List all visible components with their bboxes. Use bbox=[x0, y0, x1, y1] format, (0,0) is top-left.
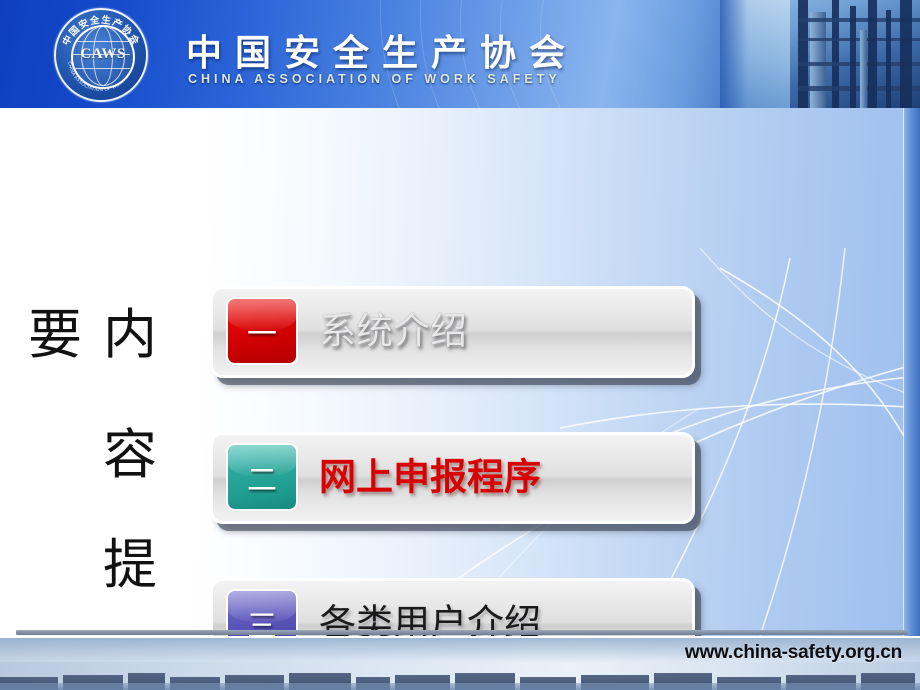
agenda-label-2: 网上申报程序 bbox=[319, 457, 541, 499]
presentation-slide: 中国安全生产协会 CHINA ASSOCIATION OF WORK SAFET… bbox=[0, 0, 920, 690]
right-edge-divider bbox=[903, 108, 904, 636]
photo-structure bbox=[850, 6, 856, 108]
slide-body: 要 内 容 提 一 系统介绍 二 网上申报程序 三 各类用户介绍 bbox=[0, 108, 920, 636]
agenda-number-2: 二 bbox=[247, 464, 277, 497]
photo-structure bbox=[900, 0, 912, 108]
globe-parallel bbox=[73, 41, 130, 42]
heading-char-1: 内 bbox=[103, 305, 157, 365]
right-edge-band bbox=[904, 108, 920, 636]
seal-acronym: CAWS bbox=[80, 46, 126, 62]
caws-logo-seal: 中国安全生产协会 CHINA ASSOCIATION OF WORK SAFET… bbox=[54, 8, 148, 102]
agenda-item-3[interactable]: 三 各类用户介绍 bbox=[210, 578, 695, 636]
agenda-number-badge-3: 三 bbox=[226, 589, 298, 636]
seal-globe: CAWS bbox=[71, 25, 135, 89]
photo-edge-fade bbox=[720, 0, 748, 108]
agenda-item-1[interactable]: 一 系统介绍 bbox=[210, 286, 695, 378]
footer-bar: www.china-safety.org.cn bbox=[0, 638, 920, 690]
agenda-number-badge-1: 一 bbox=[226, 297, 298, 365]
globe-parallel bbox=[73, 68, 130, 69]
org-name-chinese: 中国安全生产协会 bbox=[186, 32, 579, 73]
photo-structure bbox=[832, 0, 839, 108]
photo-structure bbox=[860, 30, 867, 108]
footer-divider-rule bbox=[16, 630, 908, 635]
header-banner: 中国安全生产协会 CHINA ASSOCIATION OF WORK SAFET… bbox=[0, 0, 920, 108]
heading-char-lead: 要 bbox=[28, 305, 82, 365]
industrial-plant-photo bbox=[720, 0, 920, 108]
agenda-item-2[interactable]: 二 网上申报程序 bbox=[210, 432, 695, 524]
website-url[interactable]: www.china-safety.org.cn bbox=[685, 642, 902, 664]
photo-structure bbox=[886, 10, 891, 108]
agenda-number-1: 一 bbox=[247, 318, 277, 351]
org-name-english: CHINA ASSOCIATION OF WORK SAFETY bbox=[188, 72, 561, 86]
photo-structure bbox=[798, 0, 808, 108]
heading-char-3: 提 bbox=[103, 535, 157, 595]
photo-structure bbox=[810, 12, 826, 108]
agenda-number-badge-2: 二 bbox=[226, 443, 298, 511]
agenda-label-1: 系统介绍 bbox=[319, 311, 467, 353]
footer-base-strip bbox=[0, 683, 920, 690]
heading-char-2: 容 bbox=[103, 425, 157, 485]
photo-structure bbox=[868, 0, 877, 108]
